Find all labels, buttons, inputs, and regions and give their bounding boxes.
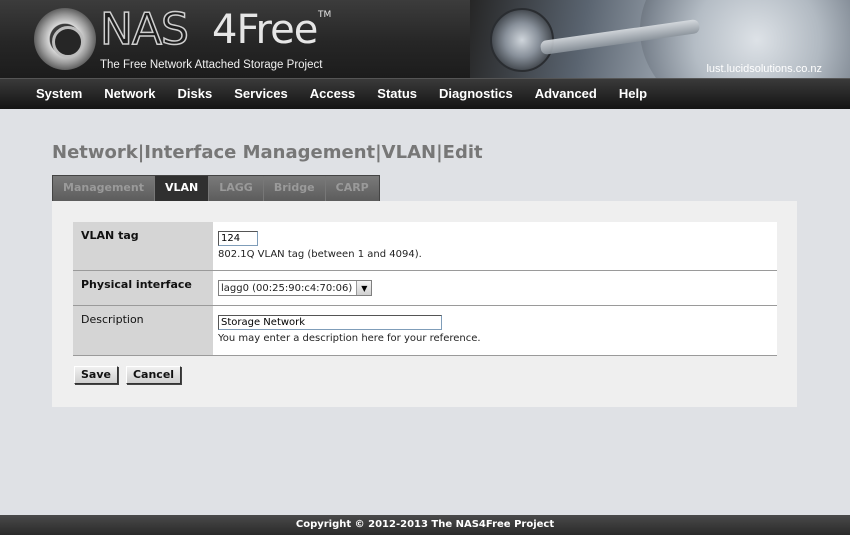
physical-interface-label: Physical interface (73, 271, 213, 305)
form-row-vlan-tag: VLAN tag 802.1Q VLAN tag (between 1 and … (73, 222, 777, 271)
nav-item-disks[interactable]: Disks (167, 79, 224, 109)
nav-item-advanced[interactable]: Advanced (524, 79, 608, 109)
form-buttons: Save Cancel (74, 366, 182, 384)
nav-item-status[interactable]: Status (366, 79, 428, 109)
content-panel: VLAN tag 802.1Q VLAN tag (between 1 and … (52, 201, 797, 407)
page-title: Network|Interface Management|VLAN|Edit (52, 142, 483, 163)
nav-item-network[interactable]: Network (93, 79, 166, 109)
physical-interface-cell: lagg0 (00:25:90:c4:70:06) ▼ (213, 271, 777, 305)
vlan-edit-form: VLAN tag 802.1Q VLAN tag (between 1 and … (73, 222, 777, 356)
nav-item-services[interactable]: Services (223, 79, 299, 109)
tab-bridge[interactable]: Bridge (263, 176, 326, 202)
physical-interface-selected: lagg0 (00:25:90:c4:70:06) (221, 282, 353, 294)
tab-management[interactable]: Management (53, 176, 155, 202)
form-row-description: Description You may enter a description … (73, 306, 777, 356)
chevron-down-icon[interactable]: ▼ (356, 281, 372, 295)
description-cell: You may enter a description here for you… (213, 306, 777, 355)
logo-text-4free: 4Free (212, 7, 318, 53)
tab-carp[interactable]: CARP (325, 176, 379, 202)
nav-item-system[interactable]: System (25, 79, 93, 109)
vlan-tag-cell: 802.1Q VLAN tag (between 1 and 4094). (213, 222, 777, 270)
nav-item-access[interactable]: Access (299, 79, 367, 109)
nav-item-diagnostics[interactable]: Diagnostics (428, 79, 524, 109)
logo-disc-icon (34, 8, 96, 70)
form-row-physical-interface: Physical interface lagg0 (00:25:90:c4:70… (73, 271, 777, 306)
tab-vlan[interactable]: VLAN (154, 176, 210, 202)
vlan-tag-label: VLAN tag (73, 222, 213, 270)
header-banner: NAS 4Free TM The Free Network Attached S… (0, 0, 850, 78)
logo-tagline: The Free Network Attached Storage Projec… (100, 59, 323, 71)
description-input[interactable] (218, 315, 442, 330)
logo-trademark: TM (318, 10, 332, 20)
hostname-label: lust.lucidsolutions.co.nz (706, 63, 822, 75)
description-label: Description (73, 306, 213, 355)
description-hint: You may enter a description here for you… (218, 333, 481, 344)
cancel-button[interactable]: Cancel (125, 366, 182, 384)
logo-text-nas: NAS (99, 4, 189, 55)
main-nav: System Network Disks Services Access Sta… (0, 78, 850, 109)
footer-copyright: Copyright © 2012-2013 The NAS4Free Proje… (0, 515, 850, 535)
vlan-tag-hint: 802.1Q VLAN tag (between 1 and 4094). (218, 249, 422, 260)
vlan-tag-input[interactable] (218, 231, 258, 246)
save-button[interactable]: Save (74, 366, 118, 384)
physical-interface-select[interactable]: lagg0 (00:25:90:c4:70:06) ▼ (218, 280, 373, 296)
tab-bar: Management VLAN LAGG Bridge CARP (52, 175, 380, 203)
nav-item-help[interactable]: Help (608, 79, 658, 109)
tab-lagg[interactable]: LAGG (209, 176, 264, 202)
